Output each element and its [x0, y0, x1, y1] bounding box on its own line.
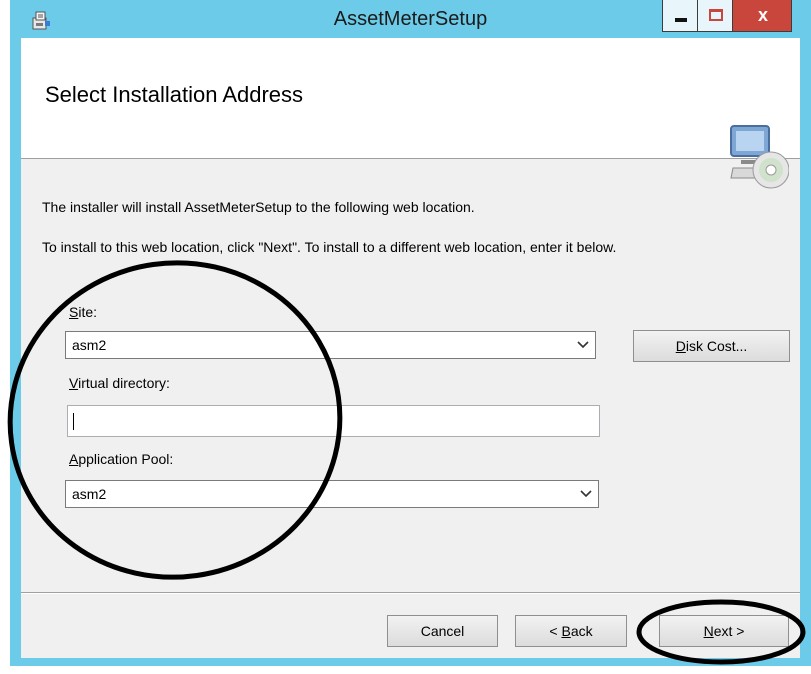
back-accelerator: B: [561, 623, 571, 639]
next-label: ext >: [713, 623, 745, 639]
site-value: asm2: [72, 337, 107, 353]
footer-separator: [21, 592, 800, 594]
next-button[interactable]: Next >: [659, 615, 789, 647]
disk-cost-accelerator: D: [675, 338, 686, 354]
site-combobox[interactable]: asm2: [65, 331, 596, 359]
maximize-button[interactable]: [697, 0, 733, 32]
back-label: ack: [570, 623, 593, 639]
header-banner: Select Installation Address: [21, 38, 800, 189]
instruction-text: To install to this web location, click "…: [42, 239, 617, 255]
title-bar[interactable]: AssetMeterSetup x: [10, 0, 811, 38]
back-prefix: <: [549, 623, 562, 639]
application-pool-label: Application Pool:: [69, 451, 173, 467]
disk-cost-button[interactable]: Disk Cost...: [633, 330, 790, 362]
minimize-button[interactable]: [662, 0, 698, 32]
installer-app-icon: [32, 11, 50, 30]
back-button[interactable]: < Back: [515, 615, 627, 647]
close-icon: x: [757, 5, 768, 25]
application-pool-value: asm2: [72, 486, 107, 502]
application-pool-combobox[interactable]: asm2: [65, 480, 599, 508]
chevron-down-icon[interactable]: [580, 489, 592, 499]
page-title: Select Installation Address: [45, 82, 304, 107]
site-label-accelerator: S: [69, 304, 79, 320]
maximize-icon: [709, 9, 723, 21]
dialog-client-area: Select Installation Address The installe…: [21, 38, 800, 658]
disk-cost-label: isk Cost...: [685, 338, 748, 354]
computer-disc-icon: [730, 125, 789, 189]
application-pool-accelerator: A: [69, 451, 79, 467]
minimize-icon: [675, 18, 687, 22]
next-accelerator: N: [703, 623, 714, 639]
site-label: Site:: [69, 304, 97, 320]
chevron-down-icon[interactable]: [577, 340, 589, 350]
site-label-text: ite:: [78, 304, 98, 320]
application-pool-label-text: pplication Pool:: [78, 451, 174, 467]
virtual-directory-label-text: irtual directory:: [78, 375, 170, 391]
virtual-directory-accelerator: V: [69, 375, 79, 391]
cancel-button[interactable]: Cancel: [387, 615, 498, 647]
installer-window: AssetMeterSetup x Select Installation Ad…: [10, 0, 811, 666]
close-button[interactable]: x: [732, 0, 792, 32]
virtual-directory-input[interactable]: [67, 405, 600, 437]
intro-text: The installer will install AssetMeterSet…: [42, 199, 475, 215]
text-caret: [73, 413, 74, 430]
virtual-directory-label: Virtual directory:: [69, 375, 170, 391]
